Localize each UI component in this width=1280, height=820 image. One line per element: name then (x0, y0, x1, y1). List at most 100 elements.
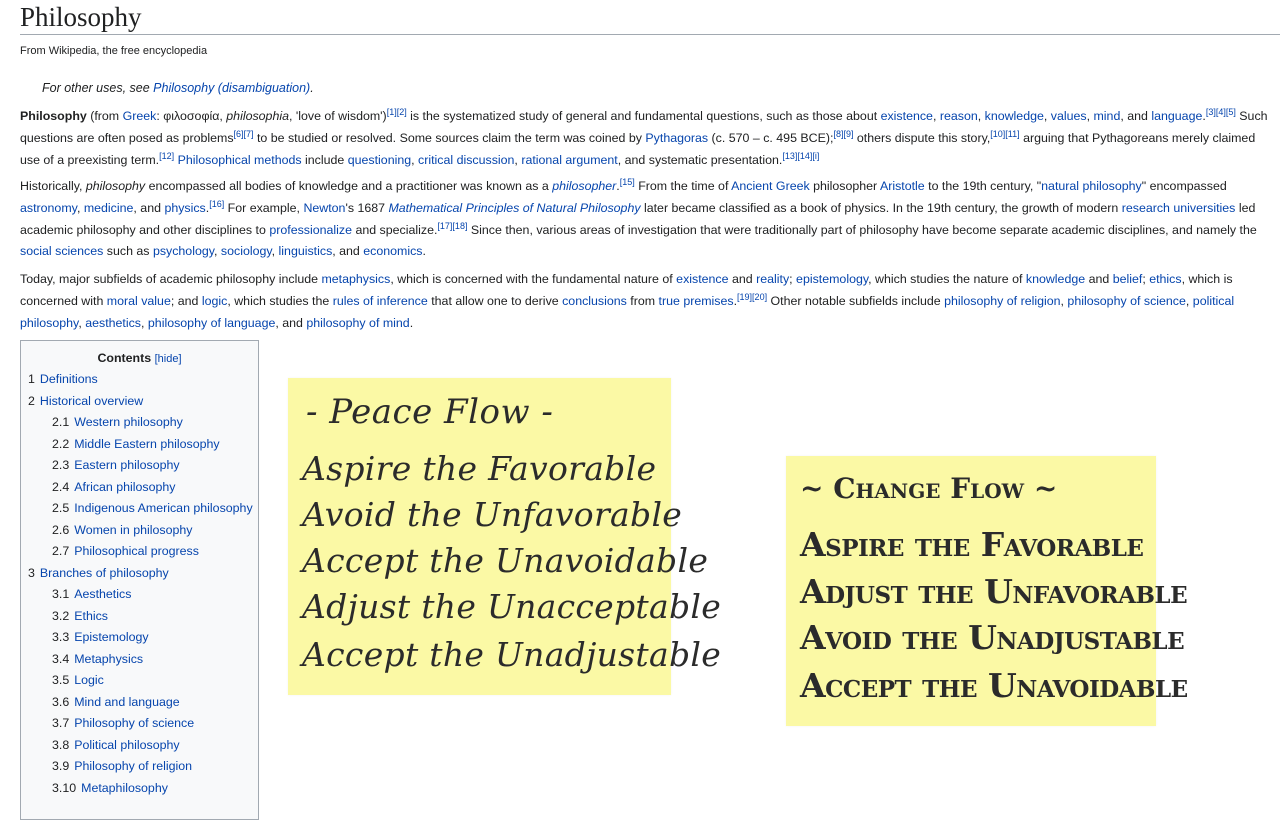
toc-link[interactable]: Philosophical progress (74, 544, 199, 558)
toc-link[interactable]: Metaphilosophy (81, 781, 168, 795)
toc-link[interactable]: Metaphysics (74, 652, 143, 666)
link-belief[interactable]: belief (1113, 272, 1143, 286)
toc-link[interactable]: Western philosophy (74, 415, 183, 429)
citation-link[interactable]: [6][7] (234, 129, 254, 139)
link-philosophy-of-mind[interactable]: philosophy of mind (306, 316, 409, 330)
link-pythagoras[interactable]: Pythagoras (645, 131, 708, 145)
toc-link[interactable]: Aesthetics (74, 587, 131, 601)
link-conclusions[interactable]: conclusions (562, 294, 627, 308)
toc-item[interactable]: 3.1 Aesthetics (21, 584, 258, 606)
toc-item[interactable]: 2.6 Women in philosophy (21, 520, 258, 542)
link-social-sciences[interactable]: social sciences (20, 244, 103, 258)
link-existence[interactable]: existence (881, 109, 933, 123)
toc-link[interactable]: Ethics (74, 609, 108, 623)
link-questioning[interactable]: questioning (348, 153, 411, 167)
link-ancient-greek[interactable]: Ancient Greek (731, 179, 810, 193)
toc-link[interactable]: Mind and language (74, 695, 179, 709)
link-astronomy[interactable]: astronomy (20, 201, 77, 215)
toc-hide-toggle[interactable]: [hide] (155, 353, 182, 365)
citation-link[interactable]: [17][18] (437, 221, 467, 231)
link-existence[interactable]: existence (676, 272, 728, 286)
toc-item[interactable]: 2.7 Philosophical progress (21, 541, 258, 563)
citation-link[interactable]: [10][11] (990, 129, 1019, 139)
link-research-universities[interactable]: research universities (1122, 201, 1236, 215)
toc-link[interactable]: Branches of philosophy (40, 566, 169, 580)
link-philosophical-methods[interactable]: Philosophical methods (178, 153, 302, 167)
link-linguistics[interactable]: linguistics (279, 244, 333, 258)
toc-link[interactable]: Definitions (40, 372, 98, 386)
citation-link[interactable]: [16] (209, 199, 224, 209)
toc-item[interactable]: 2 Historical overview (21, 391, 258, 413)
citation-link[interactable]: [15] (620, 177, 635, 187)
toc-link[interactable]: Epistemology (74, 630, 148, 644)
toc-link[interactable]: African philosophy (74, 480, 175, 494)
link-economics[interactable]: economics (363, 244, 422, 258)
toc-link[interactable]: Middle Eastern philosophy (74, 437, 219, 451)
link-knowledge[interactable]: knowledge (985, 109, 1044, 123)
toc-item[interactable]: 3.3 Epistemology (21, 627, 258, 649)
link-metaphysics[interactable]: metaphysics (321, 272, 390, 286)
toc-item[interactable]: 1 Definitions (21, 369, 258, 391)
link-natural-philosophy[interactable]: natural philosophy (1041, 179, 1142, 193)
toc-link[interactable]: Indigenous American philosophy (74, 501, 252, 515)
link-logic[interactable]: logic (202, 294, 227, 308)
link-ethics[interactable]: ethics (1149, 272, 1181, 286)
link-rational-argument[interactable]: rational argument (521, 153, 617, 167)
link-newton[interactable]: Newton (303, 201, 345, 215)
link-sociology[interactable]: sociology (221, 244, 272, 258)
link-mind[interactable]: mind (1093, 109, 1120, 123)
link-rules-of-inference[interactable]: rules of inference (333, 294, 428, 308)
toc-item[interactable]: 2.1 Western philosophy (21, 412, 258, 434)
toc-item[interactable]: 3.7 Philosophy of science (21, 713, 258, 735)
link-epistemology[interactable]: epistemology (796, 272, 868, 286)
link-knowledge[interactable]: knowledge (1026, 272, 1085, 286)
toc-item[interactable]: 3 Branches of philosophy (21, 563, 258, 585)
citation-link[interactable]: [13][14][i] (782, 151, 819, 161)
link-aesthetics[interactable]: aesthetics (85, 316, 141, 330)
link-critical-discussion[interactable]: critical discussion (418, 153, 514, 167)
toc-link[interactable]: Historical overview (40, 394, 143, 408)
toc-link[interactable]: Logic (74, 673, 104, 687)
link-true-premises[interactable]: true premises (659, 294, 734, 308)
toc-item[interactable]: 2.4 African philosophy (21, 477, 258, 499)
link-psychology[interactable]: psychology (153, 244, 214, 258)
toc-item[interactable]: 3.8 Political philosophy (21, 735, 258, 757)
citation-link[interactable]: [8][9] (833, 129, 853, 139)
toc-item[interactable]: 2.2 Middle Eastern philosophy (21, 434, 258, 456)
link-language[interactable]: language (1151, 109, 1202, 123)
link-philosopher[interactable]: philosopher (552, 179, 616, 193)
toc-item[interactable]: 3.6 Mind and language (21, 692, 258, 714)
link-greek[interactable]: Greek (123, 109, 157, 123)
toc-item[interactable]: 2.3 Eastern philosophy (21, 455, 258, 477)
toc-link[interactable]: Philosophy of religion (74, 759, 192, 773)
link-moral-value[interactable]: moral value (107, 294, 171, 308)
link-physics[interactable]: physics (164, 201, 205, 215)
toc-item[interactable]: 3.4 Metaphysics (21, 649, 258, 671)
toc-item[interactable]: 2.5 Indigenous American philosophy (21, 498, 258, 520)
toc-item[interactable]: 3.2 Ethics (21, 606, 258, 628)
link-aristotle[interactable]: Aristotle (880, 179, 925, 193)
toc-link[interactable]: Political philosophy (74, 738, 179, 752)
toc-link[interactable]: Philosophy of science (74, 716, 194, 730)
toc-item[interactable]: 3.9 Philosophy of religion (21, 756, 258, 778)
toc-link[interactable]: Women in philosophy (74, 523, 192, 537)
citation-link[interactable]: [12] (159, 151, 174, 161)
link-principia[interactable]: Mathematical Principles of Natural Philo… (388, 201, 640, 215)
link-philosophy-of-science[interactable]: philosophy of science (1067, 294, 1185, 308)
citation-link[interactable]: [19][20] (737, 292, 767, 302)
link-reason[interactable]: reason (940, 109, 978, 123)
toc-link[interactable]: Eastern philosophy (74, 458, 179, 472)
link-values[interactable]: values (1051, 109, 1087, 123)
sticky-note-peace-flow[interactable]: - Peace Flow - Aspire the Favorable Avoi… (288, 378, 721, 695)
link-philosophy-of-religion[interactable]: philosophy of religion (944, 294, 1060, 308)
disambiguation-link[interactable]: Philosophy (disambiguation) (153, 81, 310, 95)
toc-item[interactable]: 3.5 Logic (21, 670, 258, 692)
link-professionalize[interactable]: professionalize (269, 223, 352, 237)
sticky-note-change-flow[interactable]: ~ Change Flow ~ Aspire the Favorable Adj… (786, 456, 1188, 726)
link-philosophy-of-language[interactable]: philosophy of language (148, 316, 275, 330)
citation-link[interactable]: [3][4][5] (1206, 107, 1236, 117)
link-medicine[interactable]: medicine (84, 201, 134, 215)
link-reality[interactable]: reality (756, 272, 789, 286)
toc-item[interactable]: 3.10 Metaphilosophy (21, 778, 258, 800)
citation-link[interactable]: [1][2] (387, 107, 407, 117)
